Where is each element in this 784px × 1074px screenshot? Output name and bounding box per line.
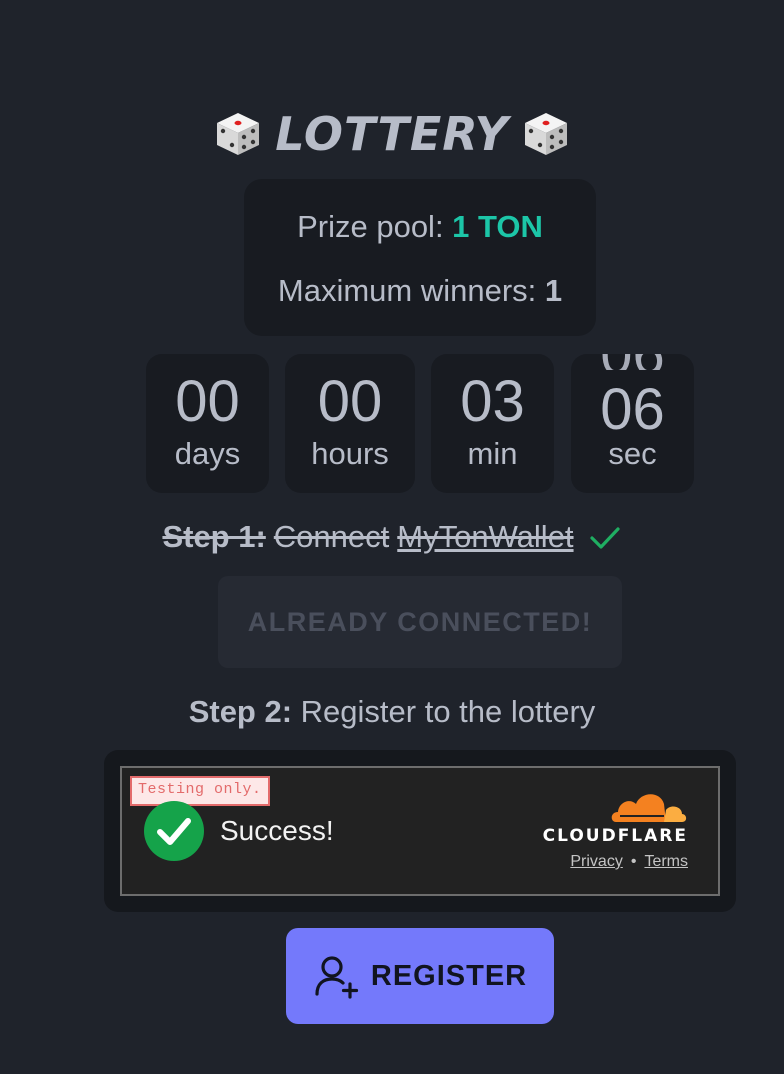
prize-pool-value: 1 TON [452, 209, 543, 244]
cloudflare-logo-icon [611, 794, 687, 822]
link-separator: • [630, 853, 637, 870]
dice-icon [217, 113, 260, 155]
title-text: LOTTERY [275, 107, 509, 161]
countdown-sec-label: sec [608, 436, 657, 471]
countdown-hours-value: 00 [317, 369, 383, 434]
countdown-days-value: 00 [175, 369, 240, 434]
countdown-sec: 06 06 sec [571, 354, 694, 493]
terms-link[interactable]: Terms [644, 853, 688, 870]
dice-icon [524, 113, 567, 155]
already-connected-button[interactable]: ALREADY CONNECTED! [218, 576, 622, 668]
privacy-link[interactable]: Privacy [570, 853, 622, 870]
prize-pool-line: Prize pool: 1 TON [244, 209, 596, 245]
cloudflare-brand: CLOUDFLARE [542, 826, 688, 846]
countdown-hours: 00 hours [285, 354, 415, 493]
countdown-min-value: 03 [460, 369, 525, 434]
max-winners-line: Maximum winners: 1 [244, 273, 596, 309]
countdown-hours-label: hours [311, 436, 389, 471]
step-2-prefix: Step 2: [188, 694, 293, 729]
countdown-sec-previous-value: 06 [571, 354, 694, 370]
checkmark-icon [589, 527, 620, 549]
countdown-min-label: min [467, 436, 518, 471]
step-2: Step 2: Register to the lottery [0, 689, 784, 735]
captcha-status: Success! [220, 815, 334, 846]
mytonwallet-link[interactable]: MyTonWallet [397, 519, 573, 555]
success-check-icon [144, 801, 204, 861]
countdown-days: 00 days [146, 354, 269, 493]
countdown-min: 03 min [431, 354, 554, 493]
user-plus-icon [315, 956, 358, 999]
cloudflare-links: Privacy • Terms [532, 852, 688, 872]
page-title: LOTTERY [0, 104, 784, 164]
lottery-page: LOTTERY Prize pool: 1 TON Maximum winner… [0, 0, 784, 1074]
prize-pool-label: Prize pool: [297, 209, 453, 244]
countdown-days-label: days [174, 436, 241, 471]
cloudflare-turnstile-widget[interactable]: Testing only. Success! CLOUDFLARE Privac… [120, 766, 720, 896]
countdown-sec-value: 06 [600, 377, 665, 442]
max-winners-label: Maximum winners: [277, 273, 545, 308]
max-winners-value: 1 [544, 273, 563, 308]
register-button-label: REGISTER [370, 959, 528, 992]
captcha-container: Testing only. Success! CLOUDFLARE Privac… [104, 750, 736, 912]
step-1-prefix: Step 1: [162, 519, 266, 554]
register-button[interactable]: REGISTER [286, 928, 554, 1024]
step-2-text: Register to the lottery [300, 694, 596, 729]
step-1: Step 1: Connect MyTonWallet [0, 514, 784, 560]
step-1-text: Connect [273, 519, 390, 554]
prize-info-card: Prize pool: 1 TON Maximum winners: 1 [244, 179, 596, 336]
